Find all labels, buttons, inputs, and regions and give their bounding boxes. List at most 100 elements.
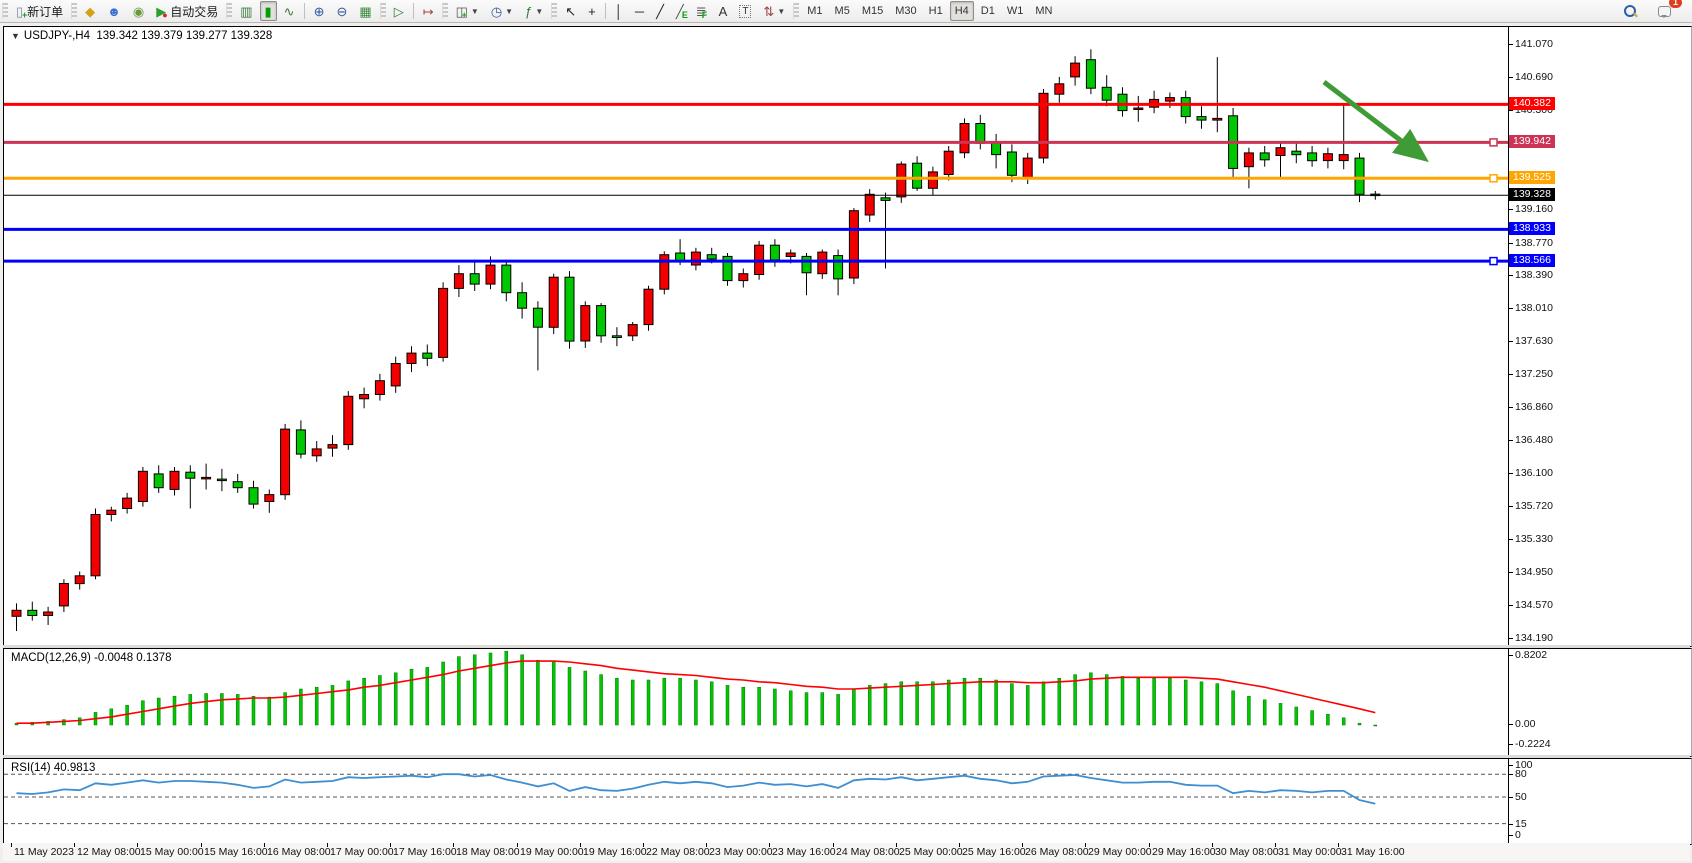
time-axis[interactable]: 11 May 202312 May 08:0015 May 00:0015 Ma… (3, 843, 1690, 861)
macd-chart[interactable] (4, 649, 1508, 756)
line-chart-button[interactable]: ∿ (279, 1, 300, 21)
signals-button[interactable]: ◉ (128, 1, 149, 21)
toolbar-grip[interactable] (793, 3, 799, 19)
time-tick (833, 843, 834, 847)
toolbar-grip[interactable] (380, 3, 386, 19)
toolbar-grip[interactable] (226, 3, 232, 19)
crosshair-button[interactable]: + (583, 1, 601, 21)
metaeditor-button[interactable]: ◆ (80, 1, 100, 21)
toolbar-grip[interactable] (551, 3, 557, 19)
macd-histogram-bar (536, 660, 539, 725)
price-axis[interactable]: 141.070140.690140.300139.160138.770138.3… (1508, 27, 1691, 646)
chart-shift-icon: ↦ (423, 5, 434, 18)
periods-button[interactable]: ◷▼ (486, 1, 518, 21)
arrows-button[interactable]: ⇅▼ (758, 1, 790, 21)
timeframe-d1-button[interactable]: D1 (976, 1, 1000, 21)
candle-body (1323, 154, 1332, 161)
macd-histogram-bar (1279, 703, 1282, 725)
search-button[interactable] (1619, 1, 1641, 21)
time-label: 11 May 2023 (14, 846, 74, 858)
time-tick (580, 843, 581, 847)
time-tick (706, 843, 707, 847)
collapse-chart-icon[interactable]: ▼ (11, 31, 20, 41)
new-order-icon-overlay: + (22, 10, 27, 20)
candle-body (597, 306, 606, 336)
macd-histogram-bar (1089, 673, 1092, 725)
macd-histogram-bar (1342, 718, 1345, 725)
price-tick-label: 134.190 (1515, 632, 1553, 644)
timeframe-w1-button[interactable]: W1 (1002, 1, 1029, 21)
macd-histogram-bar (1326, 714, 1329, 725)
chevron-down-icon[interactable]: ▼ (471, 7, 479, 16)
macd-histogram-bar (1311, 711, 1314, 725)
pivot-line-handle[interactable] (1490, 175, 1497, 182)
zoom-out-button[interactable]: ⊖ (331, 1, 352, 21)
toolbar-grip[interactable] (442, 3, 448, 19)
zoom-in-button[interactable]: ⊕ (309, 1, 330, 21)
macd-panel: MACD(12,26,9) -0.0048 0.1378 0.82020.00-… (3, 648, 1692, 757)
toolbar-grip[interactable] (71, 3, 77, 19)
chevron-down-icon[interactable]: ▼ (777, 7, 785, 16)
community-button[interactable]: ☻ (102, 1, 126, 21)
new-order-button[interactable]: ▯+新订单 (11, 1, 68, 21)
notifications-button[interactable]: 1 (1653, 1, 1676, 21)
rsi-axis[interactable]: 1008050150 (1508, 759, 1691, 844)
timeframe-m30-button[interactable]: M30 (890, 1, 921, 21)
macd-histogram-bar (268, 697, 271, 725)
support-line-2-handle[interactable] (1490, 258, 1497, 265)
candlestick-button[interactable]: ▮ (260, 1, 277, 21)
time-label: 16 May 08:00 (267, 846, 331, 858)
new-chart-button[interactable]: ◫+▼ (451, 1, 484, 21)
price-chart-panel: ▼USDJPY-,H4 139.342 139.379 139.277 139.… (3, 26, 1692, 647)
macd-histogram-bar (141, 701, 144, 725)
timeframe-m5-button[interactable]: M5 (830, 1, 855, 21)
chevron-down-icon[interactable]: ▼ (505, 7, 513, 16)
vertical-line-button[interactable]: │ (610, 1, 628, 21)
macd-histogram-bar (205, 694, 208, 726)
autotrading-button[interactable]: ▶●自动交易 (151, 1, 223, 21)
toolbar-grip[interactable] (2, 3, 8, 19)
tile-windows-icon: ▦ (359, 5, 371, 18)
chart-shift-button[interactable]: ↦ (418, 1, 439, 21)
text-label-button[interactable]: T (734, 1, 756, 21)
cursor-button[interactable]: ↖ (560, 1, 581, 21)
timeframe-m1-button[interactable]: M1 (802, 1, 827, 21)
chevron-down-icon[interactable]: ▼ (535, 7, 543, 16)
annotation-arrow[interactable] (1324, 82, 1421, 156)
candle-body (344, 396, 353, 444)
bar-chart-button[interactable]: ▥ (235, 1, 257, 21)
time-label: 26 May 08:00 (1025, 846, 1089, 858)
candle-body (1023, 158, 1032, 178)
candle-body (91, 515, 100, 576)
timeframe-h1-button[interactable]: H1 (924, 1, 948, 21)
tile-windows-button[interactable]: ▦ (354, 1, 376, 21)
horizontal-line-button[interactable]: ─ (630, 1, 649, 21)
candle-body (944, 151, 953, 174)
timeframe-mn-button[interactable]: MN (1030, 1, 1057, 21)
macd-histogram-bar (1121, 676, 1124, 725)
text-button[interactable]: A (714, 1, 733, 21)
timeframe-m15-button[interactable]: M15 (857, 1, 888, 21)
macd-histogram-bar (1184, 680, 1187, 725)
new-chart-icon-overlay: + (462, 10, 467, 20)
candle-body (391, 364, 400, 386)
timeframe-h4-button[interactable]: H4 (950, 1, 974, 21)
rsi-chart[interactable] (4, 759, 1508, 844)
fibonacci-button[interactable]: ≣F (691, 1, 712, 21)
candle-body (739, 274, 748, 281)
macd-histogram-bar (694, 680, 697, 725)
trendline-button[interactable]: ╱ (651, 1, 669, 21)
resistance-line-2-handle[interactable] (1490, 139, 1497, 146)
channel-button[interactable]: ╱E (671, 1, 689, 21)
auto-scroll-button[interactable]: ▷ (389, 1, 409, 21)
price-tick-label: 136.480 (1515, 434, 1553, 446)
candle-body (138, 471, 147, 501)
indicators-button[interactable]: ƒ▼ (520, 1, 548, 21)
candlestick-chart[interactable] (4, 27, 1508, 646)
current-price-badge: 139.328 (1509, 188, 1555, 201)
search-icon (1624, 5, 1636, 17)
macd-axis[interactable]: 0.82020.00-0.2224 (1508, 649, 1691, 756)
notification-badge: 1 (1669, 0, 1682, 8)
resistance-line-2-price-badge: 139.942 (1509, 135, 1555, 148)
candle-body (1134, 108, 1143, 110)
